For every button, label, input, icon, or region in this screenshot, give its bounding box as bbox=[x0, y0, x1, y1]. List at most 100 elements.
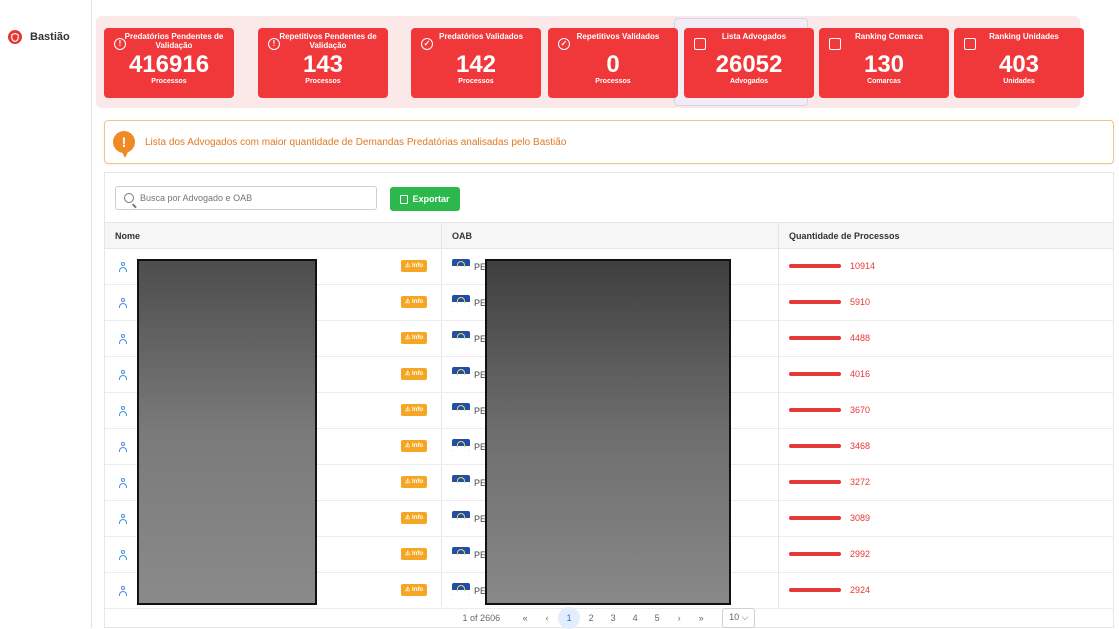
quantity-bar bbox=[789, 552, 841, 556]
user-icon bbox=[118, 514, 128, 524]
search-input[interactable] bbox=[140, 193, 360, 203]
info-badge[interactable]: ⚠ Info bbox=[401, 260, 427, 272]
card-title: Lista Advogados bbox=[721, 32, 787, 41]
state-flag-icon bbox=[452, 475, 470, 487]
bar-chart-icon bbox=[829, 38, 841, 50]
info-badge[interactable]: ⚠ Info bbox=[401, 332, 427, 344]
info-badge[interactable]: ⚠ Info bbox=[401, 440, 427, 452]
state-flag-icon bbox=[452, 583, 470, 595]
user-icon bbox=[118, 550, 128, 560]
user-icon bbox=[118, 334, 128, 344]
state-flag-icon bbox=[452, 331, 470, 343]
export-label: Exportar bbox=[412, 194, 450, 204]
page-size-select[interactable]: 10 ⌵ bbox=[722, 608, 756, 628]
bar-chart-icon bbox=[694, 38, 706, 50]
card-subtitle: Processos bbox=[595, 78, 631, 85]
alert-circle-icon: ! bbox=[268, 38, 280, 50]
first-page-button[interactable]: « bbox=[514, 613, 536, 623]
user-icon bbox=[118, 478, 128, 488]
state-flag-icon bbox=[452, 295, 470, 307]
info-badge[interactable]: ⚠ Info bbox=[401, 404, 427, 416]
card-title: Ranking Unidades bbox=[989, 32, 1059, 41]
quantity-value: 3468 bbox=[850, 441, 871, 451]
summary-card[interactable]: Ranking Comarca 130 Comarcas bbox=[819, 28, 949, 98]
info-badge[interactable]: ⚠ Info bbox=[401, 476, 427, 488]
bar-chart-icon bbox=[964, 38, 976, 50]
summary-card[interactable]: Ranking Unidades 403 Unidades bbox=[954, 28, 1084, 98]
card-subtitle: Unidades bbox=[1003, 78, 1035, 85]
quantity-value: 3089 bbox=[850, 513, 871, 523]
sidebar: Bastião bbox=[0, 0, 92, 628]
user-icon bbox=[118, 262, 128, 272]
quantity-value: 4488 bbox=[850, 333, 871, 343]
card-title: Ranking Comarca bbox=[854, 32, 924, 41]
quantity-bar bbox=[789, 300, 841, 304]
card-value: 130 bbox=[863, 51, 905, 78]
table-header: Nome OAB Quantidade de Processos bbox=[105, 222, 1113, 249]
user-icon bbox=[118, 442, 128, 452]
card-value: 143 bbox=[302, 51, 344, 78]
export-button[interactable]: Exportar bbox=[390, 187, 460, 211]
last-page-button[interactable]: » bbox=[690, 613, 712, 623]
quantity-bar bbox=[789, 336, 841, 340]
lawyers-table-panel: Exportar Nome OAB Quantidade de Processo… bbox=[104, 172, 1114, 629]
summary-card[interactable]: ! Predatórios Pendentes de Validação 41691… bbox=[104, 28, 234, 98]
page-button-2[interactable]: 2 bbox=[580, 613, 602, 623]
quantity-value: 2924 bbox=[850, 585, 871, 595]
quantity-bar bbox=[789, 516, 841, 520]
search-icon bbox=[124, 193, 134, 203]
card-title: Repetitivos Validados bbox=[576, 32, 660, 41]
search-box[interactable] bbox=[115, 186, 377, 210]
card-subtitle: Processos bbox=[305, 78, 341, 85]
column-header-nome[interactable]: Nome bbox=[115, 223, 140, 250]
column-header-quantidade[interactable]: Quantidade de Processos bbox=[789, 223, 900, 250]
state-flag-icon bbox=[452, 367, 470, 379]
info-badge[interactable]: ⚠ Info bbox=[401, 368, 427, 380]
page-button-4[interactable]: 4 bbox=[624, 613, 646, 623]
info-badge[interactable]: ⚠ Info bbox=[401, 548, 427, 560]
next-page-button[interactable]: › bbox=[668, 613, 690, 623]
quantity-value: 5910 bbox=[850, 297, 871, 307]
sidebar-item-label: Bastião bbox=[30, 31, 70, 43]
info-badge[interactable]: ⚠ Info bbox=[401, 584, 427, 596]
page-button-5[interactable]: 5 bbox=[646, 613, 668, 623]
info-notice: ! Lista dos Advogados com maior quantida… bbox=[104, 120, 1114, 164]
alert-circle-icon: ! bbox=[114, 38, 126, 50]
summary-card[interactable]: ✓ Predatórios Validados 142 Processos bbox=[411, 28, 541, 98]
prev-page-button[interactable]: ‹ bbox=[536, 613, 558, 623]
summary-card[interactable]: Lista Advogados 26052 Advogados bbox=[684, 28, 814, 98]
state-flag-icon bbox=[452, 403, 470, 415]
page-button-3[interactable]: 3 bbox=[602, 613, 624, 623]
shield-icon bbox=[8, 30, 22, 44]
card-subtitle: Processos bbox=[458, 78, 494, 85]
exclamation-icon: ! bbox=[113, 131, 135, 158]
redacted-names-block bbox=[137, 259, 317, 605]
card-value: 26052 bbox=[715, 51, 783, 78]
check-circle-icon: ✓ bbox=[421, 38, 433, 50]
card-title: Repetitivos Pendentes de Validação bbox=[279, 32, 377, 50]
summary-card[interactable]: ! Repetitivos Pendentes de Validação 143 Pr… bbox=[258, 28, 388, 98]
state-flag-icon bbox=[452, 547, 470, 559]
check-circle-icon: ✓ bbox=[558, 38, 570, 50]
card-value: 416916 bbox=[128, 51, 210, 78]
quantity-bar bbox=[789, 588, 841, 592]
pagination: 1 of 2606 « ‹ 1 2 3 4 5 › » 10 ⌵ bbox=[105, 607, 1113, 629]
notice-text: Lista dos Advogados com maior quantidade… bbox=[145, 136, 567, 148]
spreadsheet-icon bbox=[400, 194, 409, 204]
page-summary: 1 of 2606 bbox=[462, 613, 501, 623]
user-icon bbox=[118, 406, 128, 416]
quantity-bar bbox=[789, 264, 841, 268]
user-icon bbox=[118, 298, 128, 308]
info-badge[interactable]: ⚠ Info bbox=[401, 296, 427, 308]
quantity-value: 10914 bbox=[850, 261, 876, 271]
page-button-1[interactable]: 1 bbox=[558, 607, 581, 629]
summary-card[interactable]: ✓ Repetitivos Validados 0 Processos bbox=[548, 28, 678, 98]
card-value: 0 bbox=[606, 51, 620, 78]
quantity-bar bbox=[789, 444, 841, 448]
sidebar-item-bastiao[interactable]: Bastião bbox=[8, 30, 70, 44]
card-subtitle: Comarcas bbox=[867, 78, 901, 85]
column-header-oab[interactable]: OAB bbox=[452, 223, 472, 250]
quantity-bar bbox=[789, 372, 841, 376]
info-badge[interactable]: ⚠ Info bbox=[401, 512, 427, 524]
card-title: Predatórios Pendentes de Validação bbox=[124, 32, 224, 50]
